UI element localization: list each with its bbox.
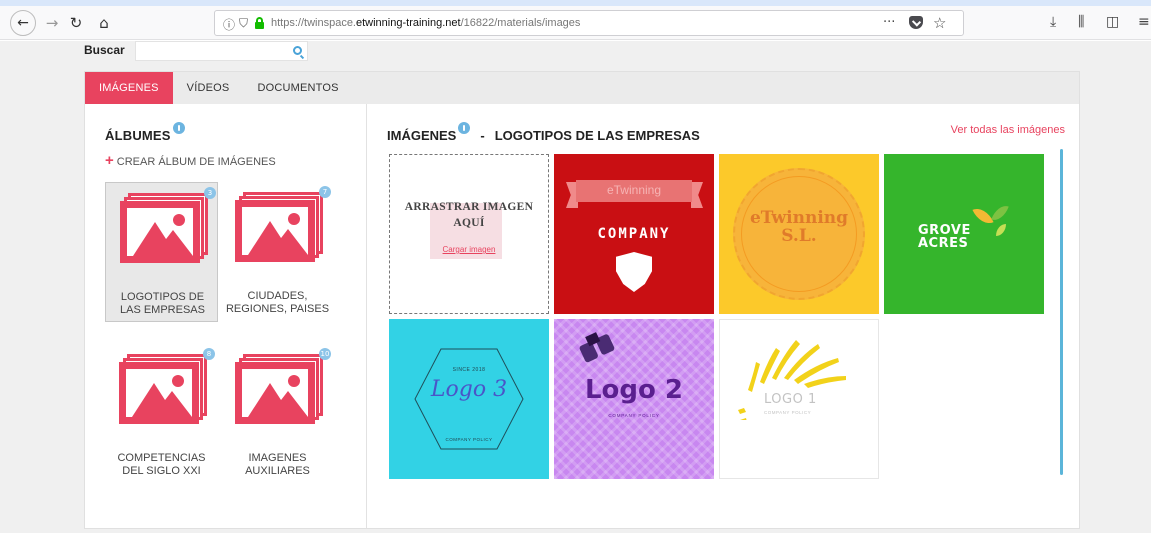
album-name: LOGOTIPOS DE LAS EMPRESAS (494, 128, 700, 143)
tab-documents[interactable]: DOCUMENTOS (243, 72, 352, 104)
logo-text: LOGO 1 (764, 392, 817, 407)
download-icon[interactable]: ⤓ (1050, 14, 1056, 30)
image-tile-etwinning[interactable]: eTwinning S.L. (719, 154, 879, 314)
album-competencias[interactable]: 8 COMPETENCIAS DEL SIGLO XXI (105, 344, 218, 484)
site-info-icon[interactable]: ⓘ (223, 16, 235, 33)
album-label: CIUDADES, REGIONES, PAISES (225, 290, 330, 315)
logo-text: COMPANY POLICY (764, 410, 812, 415)
browser-toolbar: ← → ↻ ⌂ ⓘ ⛉ https://twinspace.etwinning-… (0, 6, 1151, 40)
image-tile-logo2[interactable]: Logo 2 COMPANY POLICY (554, 319, 714, 479)
tab-bar: IMÁGENES VÍDEOS DOCUMENTOS (85, 72, 353, 104)
library-icon[interactable]: ⫼ (1078, 14, 1084, 30)
albums-column: ÁLBUMES + CREAR ÁLBUM DE IMÁGENES 3 LOGOT… (85, 104, 367, 528)
image-tile-grove-acres[interactable]: GROVE ACRES (884, 154, 1044, 314)
album-stack-icon (119, 354, 207, 424)
images-header: IMÁGENES - LOGOTIPOS DE LAS EMPRESAS (387, 122, 700, 143)
album-stack-icon (235, 354, 323, 424)
search-input[interactable] (135, 41, 308, 61)
logo-text: eTwinning S.L. (749, 208, 849, 246)
leaf-icon (996, 224, 1006, 236)
logo-text: SINCE 2018 (452, 367, 486, 373)
logo-text: COMPANY POLICY (445, 437, 493, 442)
image-tile-company[interactable]: eTwinning COMPANY (554, 154, 714, 314)
album-label: LOGOTIPOS DE LAS EMPRESAS (120, 291, 205, 316)
logo-text: GROVE ACRES (918, 223, 971, 251)
tab-videos[interactable]: VÍDEOS (173, 72, 244, 104)
home-icon[interactable]: ⌂ (92, 11, 116, 35)
logo-text: eTwinning (606, 183, 662, 197)
album-ciudades[interactable]: 7 CIUDADES, REGIONES, PAISES (221, 182, 334, 322)
pocket-icon[interactable] (909, 16, 923, 29)
search-label: Buscar (84, 43, 125, 57)
page-actions-icon[interactable]: ··· (883, 15, 895, 30)
logo-text: COMPANY (597, 226, 671, 242)
image-dropzone[interactable]: ARRASTRAR IMAGEN AQUÍ Cargar imagen (389, 154, 549, 314)
materials-panel: IMÁGENES VÍDEOS DOCUMENTOS ÁLBUMES + CREA… (84, 71, 1080, 529)
logo-text: Logo 3 (430, 377, 508, 402)
logo-text: COMPANY POLICY (608, 413, 660, 418)
scrollbar[interactable] (1060, 149, 1063, 475)
album-count-badge: 3 (204, 187, 216, 199)
image-tile-logo3[interactable]: SINCE 2018 Logo 3 COMPANY POLICY (389, 319, 549, 479)
url-text[interactable]: https://twinspace.etwinning-training.net… (271, 17, 580, 29)
album-logotipos[interactable]: 3 LOGOTIPOS DE LAS EMPRESAS (105, 182, 218, 322)
view-all-images-link[interactable]: Ver todas las imágenes (951, 124, 1065, 136)
album-label: COMPETENCIAS DEL SIGLO XXI (117, 452, 206, 477)
create-album-link[interactable]: + CREAR ÁLBUM DE IMÁGENES (105, 152, 276, 169)
forward-icon[interactable]: → (40, 11, 64, 35)
logo-text: Logo 2 (584, 375, 684, 405)
info-icon[interactable] (172, 122, 185, 134)
leaf-icon (972, 203, 994, 229)
page: Buscar IMÁGENES VÍDEOS DOCUMENTOS ÁLBUME… (0, 41, 1151, 533)
leaf-icon (991, 202, 1009, 224)
info-icon[interactable] (458, 122, 471, 134)
album-imagenes-auxiliares[interactable]: 10 IMAGENES AUXILIARES (221, 344, 334, 484)
tab-content: ÁLBUMES + CREAR ÁLBUM DE IMÁGENES 3 LOGOT… (85, 104, 1079, 528)
bookmark-star-icon[interactable]: ☆ (933, 14, 946, 32)
binoculars-icon (576, 327, 618, 365)
dropzone-text: ARRASTRAR IMAGEN AQUÍ (404, 201, 534, 229)
reload-icon[interactable]: ↻ (64, 11, 88, 35)
upload-image-link[interactable]: Cargar imagen (390, 245, 548, 254)
album-label: IMAGENES AUXILIARES (245, 452, 310, 477)
album-count-badge: 7 (319, 186, 331, 198)
tab-images[interactable]: IMÁGENES (85, 72, 173, 104)
image-tile-logo1[interactable]: LOGO 1 COMPANY POLICY (719, 319, 879, 479)
album-stack-icon (120, 193, 208, 263)
menu-icon[interactable]: ≡ (1138, 14, 1150, 30)
album-count-badge: 8 (203, 348, 215, 360)
url-bar[interactable]: ⓘ ⛉ https://twinspace.etwinning-training… (214, 10, 964, 36)
lock-icon[interactable] (255, 17, 264, 29)
shield-icon (616, 252, 652, 292)
back-icon[interactable]: ← (10, 10, 36, 36)
plus-icon: + (105, 152, 114, 169)
albums-title: ÁLBUMES (105, 122, 185, 143)
tracking-shield-icon[interactable]: ⛉ (239, 16, 248, 31)
album-count-badge: 10 (319, 348, 331, 360)
album-stack-icon (235, 192, 323, 262)
search-icon[interactable] (293, 46, 302, 55)
sidebar-icon[interactable]: ◫ (1106, 14, 1119, 30)
